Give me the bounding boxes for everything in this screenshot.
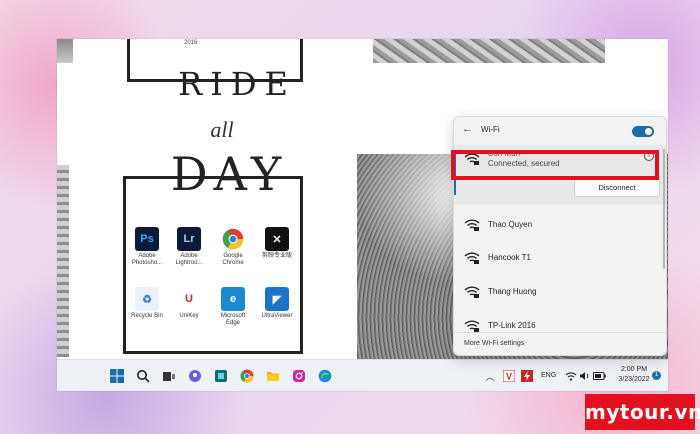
recycle-bin-icon: ♻ [135, 287, 159, 311]
search-icon [137, 370, 150, 383]
desktop-icon[interactable]: ♻ Recycle Bin [127, 287, 167, 320]
network-list-item[interactable]: Thang Huong [454, 277, 666, 307]
unikey-icon: U [177, 287, 201, 311]
windows-logo-icon [110, 369, 124, 383]
battery-icon [592, 372, 606, 380]
chevron-up-icon: ︿ [485, 371, 495, 382]
language-indicator[interactable]: ENG [541, 372, 556, 379]
desktop-icon[interactable]: ◤ UltraViewer [257, 287, 297, 320]
brand-watermark: mytour.vn [585, 394, 700, 430]
svg-text:V: V [506, 372, 512, 382]
chat-icon [189, 370, 201, 382]
tray-app-bolt[interactable] [519, 368, 535, 384]
taskbar-instagram[interactable] [291, 368, 307, 384]
network-name: Thao Quyen [488, 220, 533, 229]
clock-date[interactable]: 3/23/2022 [613, 376, 655, 383]
taskbar-app-teal[interactable] [213, 368, 229, 384]
lightroom-icon: Lr [177, 227, 201, 251]
wifi-toggle[interactable] [632, 126, 654, 137]
battery-tray-button[interactable] [591, 368, 607, 384]
wifi-panel-title: Wi-Fi [481, 125, 500, 134]
desktop-screen: 2016 RIDE all DAY Ps Adobe Photosho... Lr A… [57, 39, 668, 391]
more-wifi-settings-link[interactable]: More Wi-Fi settings [464, 340, 524, 347]
wifi-secured-icon [464, 286, 480, 298]
ultraviewer-icon: ◤ [265, 287, 289, 311]
start-button[interactable] [109, 368, 125, 384]
notification-badge[interactable]: 1 [652, 371, 661, 380]
network-name: Thang Huong [488, 287, 537, 296]
network-name: Hancook T1 [488, 253, 531, 262]
desktop-icon-label: Adobe Lightroo... [175, 253, 203, 266]
chrome-icon [221, 227, 245, 251]
edge-icon [318, 369, 332, 383]
edge-icon: e [221, 287, 245, 311]
instagram-icon [293, 370, 305, 382]
desktop-icon-label: 剪映专业版 [261, 253, 292, 259]
taskbar: ︿ V ENG 2:00 PM 3/23/2022 1 [57, 359, 668, 391]
taskbar-chrome[interactable] [239, 368, 255, 384]
desktop-icon-label: UltraViewer [261, 313, 293, 319]
speaker-icon [580, 372, 589, 380]
search-button[interactable] [135, 368, 151, 384]
folder-icon [267, 372, 279, 381]
desktop-icon-label: UniKey [179, 313, 199, 319]
desktop-icon[interactable]: e Microsoft Edge [213, 287, 253, 327]
app-icon [215, 370, 227, 382]
task-view-icon [163, 372, 175, 381]
chrome-icon [240, 369, 254, 383]
desktop-icon[interactable]: ✕ 剪映专业版 [257, 227, 297, 260]
network-name: TP-Link 2016 [488, 321, 536, 330]
wallpaper-photo-top [373, 39, 605, 63]
clock-time[interactable]: 2:00 PM [617, 366, 651, 373]
connected-network-highlight [451, 150, 659, 180]
wifi-secured-icon [464, 320, 480, 332]
network-list-item[interactable]: Hancook T1 [454, 243, 666, 273]
desktop-icon-label: Microsoft Edge [220, 313, 246, 326]
desktop-icon-label: Google Chrome [222, 253, 244, 266]
v-app-icon: V [503, 370, 515, 382]
show-hidden-icons-button[interactable]: ︿ [482, 368, 498, 384]
desktop-icon[interactable]: Google Chrome [213, 227, 253, 267]
back-arrow-icon[interactable]: ← [462, 123, 473, 135]
poster-word-all: all [210, 117, 234, 142]
desktop-icon[interactable]: Ps Adobe Photosho... [127, 227, 167, 267]
wifi-tray-icon [565, 372, 577, 381]
capcut-icon: ✕ [265, 227, 289, 251]
wifi-panel-footer: More Wi-Fi settings [454, 332, 666, 355]
poster-year: 2016 [184, 40, 198, 46]
taskbar-edge[interactable] [317, 368, 333, 384]
chat-button[interactable] [187, 368, 203, 384]
poster-word-ride: RIDE [178, 65, 296, 103]
bolt-icon [521, 370, 533, 382]
task-view-button[interactable] [161, 368, 177, 384]
tray-app-v[interactable]: V [501, 368, 517, 384]
network-list-item[interactable]: Thao Quyen [454, 210, 666, 240]
wallpaper-photo-fragment [57, 39, 73, 63]
wifi-secured-icon [464, 219, 480, 231]
photoshop-icon: Ps [135, 227, 159, 251]
desktop-icon-label: Adobe Photosho... [131, 253, 163, 266]
desktop-icon-label: Recycle Bin [131, 313, 163, 319]
disconnect-button[interactable]: Disconnect [574, 179, 660, 197]
taskbar-file-explorer[interactable] [265, 368, 281, 384]
wifi-panel-header: ← Wi-Fi [454, 117, 666, 145]
wifi-secured-icon [464, 252, 480, 264]
desktop-icon[interactable]: Lr Adobe Lightroo... [169, 227, 209, 267]
wallpaper-photo-left [57, 165, 69, 357]
desktop-icon[interactable]: U UniKey [169, 287, 209, 320]
